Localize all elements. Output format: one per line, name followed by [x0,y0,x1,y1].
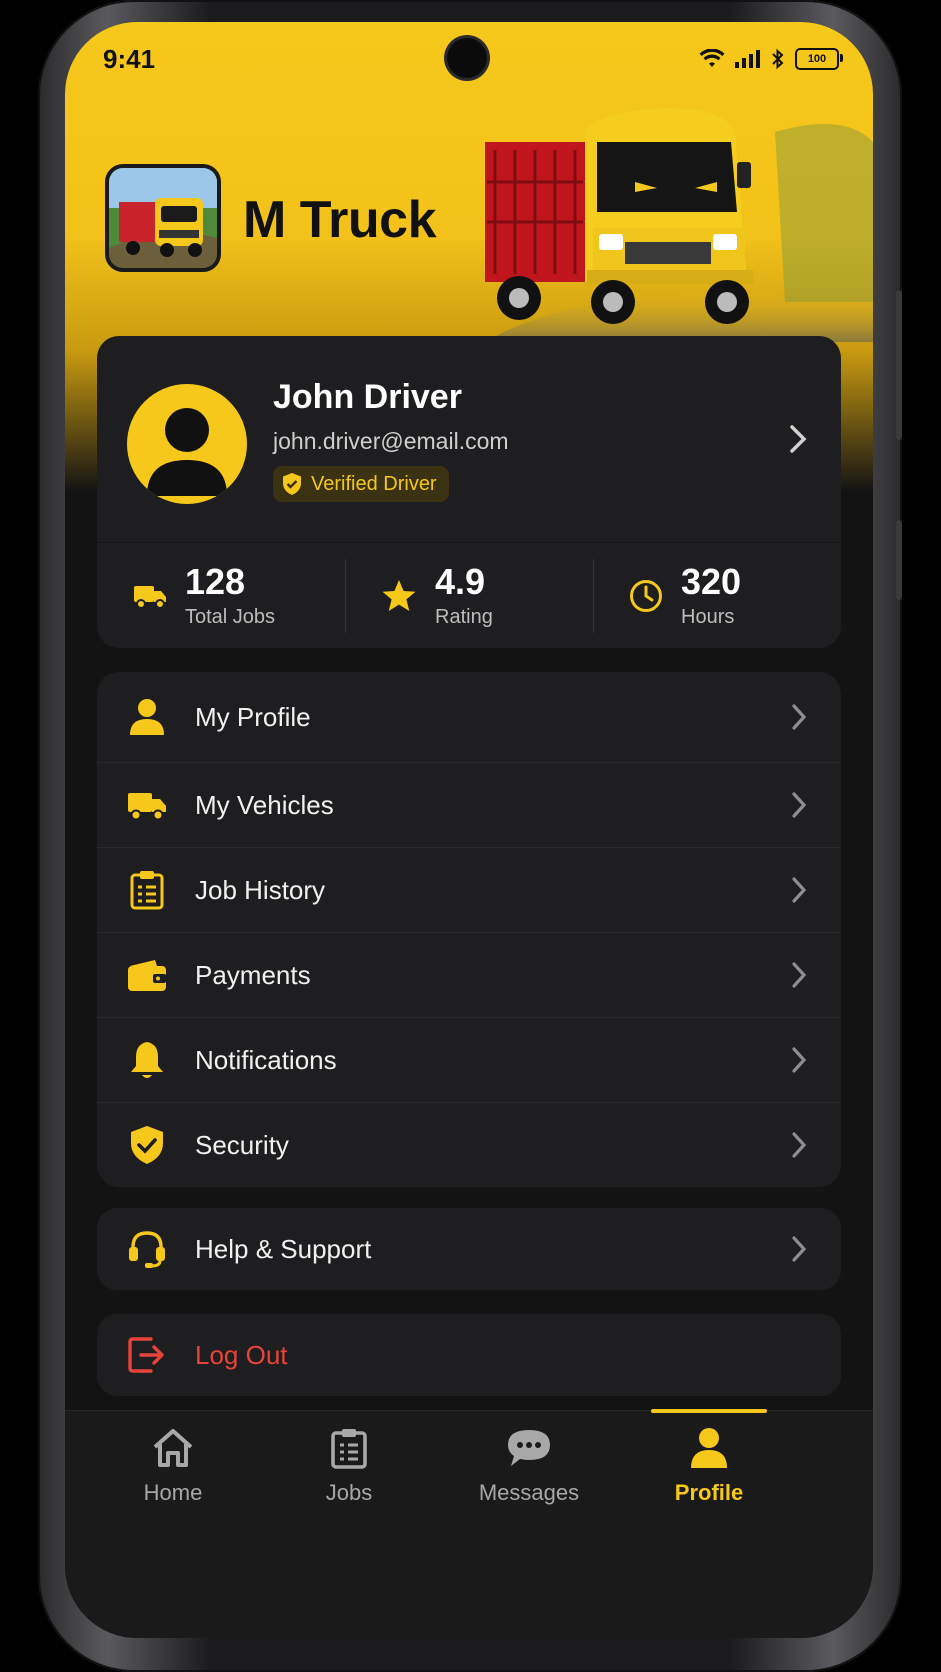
logout-icon [127,1335,167,1375]
power-button [896,520,902,600]
profile-name: John Driver [273,378,462,416]
menu-item-notifications[interactable]: Notifications [97,1018,841,1103]
chat-icon [508,1430,550,1466]
avatar [127,384,247,504]
stat-label: Hours [681,605,735,628]
help-support-card: Help & Support [97,1208,841,1290]
bluetooth-icon [772,49,784,69]
battery-icon: 100 [795,48,843,70]
menu-item-job-history[interactable]: Job History [97,848,841,933]
star-icon [382,580,416,611]
profile-email: john.driver@email.com [273,428,509,454]
logout-label: Log Out [195,1339,288,1370]
chevron-right-icon [790,425,807,453]
menu-item-label: My Profile [195,701,311,732]
menu-item-label: Notifications [195,1044,337,1075]
nav-profile[interactable]: Profile [619,1427,799,1527]
status-bar: 9:41 100 [65,38,873,80]
nav-jobs[interactable]: Jobs [259,1427,439,1527]
status-icons: 100 [699,48,843,70]
chevron-right-icon [792,704,807,730]
bell-icon [127,1040,167,1080]
stat-value: 128 [185,560,246,602]
home-icon [153,1429,193,1467]
menu-item-payments[interactable]: Payments [97,933,841,1018]
volume-button [896,290,902,440]
app-screen: 9:41 100 M Truck John Driver john.driver… [65,22,873,1638]
clock-icon [630,580,662,612]
bottom-navigation: Home Jobs Messages Profile [65,1409,873,1638]
menu-item-my-profile[interactable]: My Profile [97,672,841,763]
user-icon [691,1428,727,1468]
truck-icon [134,586,166,609]
nav-label: Profile [674,1480,744,1505]
shield-check-icon [127,1125,167,1165]
stat-hours: 320 Hours [593,543,841,649]
clipboard-icon [331,1429,367,1469]
verified-badge-label: Verified Driver [311,472,437,495]
chevron-right-icon [792,1236,807,1262]
stat-label: Total Jobs [185,605,276,628]
menu-item-label: Payments [195,959,311,990]
headset-icon [127,1229,167,1269]
logout-card: Log Out [97,1314,841,1396]
chevron-right-icon [792,792,807,818]
app-logo [105,164,221,272]
nav-label: Home [143,1480,203,1505]
signal-icon [735,50,760,68]
chevron-right-icon [792,1132,807,1158]
stat-value: 320 [681,560,742,602]
menu-item-label: My Vehicles [195,789,334,820]
stat-value: 4.9 [435,560,486,602]
battery-level: 100 [807,53,827,65]
chevron-right-icon [792,962,807,988]
nav-label: Jobs [325,1480,373,1505]
verified-badge: Verified Driver [273,466,449,502]
stat-total-jobs: 128 Total Jobs [97,543,345,649]
user-icon [127,697,167,737]
stat-label: Rating [435,605,493,628]
menu-item-security[interactable]: Security [97,1103,841,1187]
app-title: M Truck [243,191,437,249]
menu-item-label: Security [195,1129,289,1160]
truck-icon [127,785,167,825]
nav-home[interactable]: Home [83,1427,263,1527]
nav-messages[interactable]: Messages [439,1427,619,1527]
logout-button[interactable]: Log Out [97,1314,841,1396]
active-tab-indicator [651,1409,767,1413]
status-time: 9:41 [103,44,156,74]
user-avatar-icon [147,408,227,496]
profile-card[interactable]: John Driver john.driver@email.com Verifi… [97,336,841,648]
settings-menu: My Profile My Vehicles Job History Payme… [97,672,841,1187]
chevron-right-icon [792,1047,807,1073]
menu-item-label: Job History [195,874,326,905]
truck-hero-image [485,108,873,342]
menu-item-my-vehicles[interactable]: My Vehicles [97,763,841,848]
nav-label: Messages [478,1480,580,1505]
front-camera [447,38,487,78]
chevron-right-icon [792,877,807,903]
shield-check-icon [283,473,301,495]
wallet-icon [127,955,167,995]
stats-row: 128 Total Jobs 4.9 Rating 320 Hours [97,542,841,649]
stat-rating: 4.9 Rating [345,543,593,649]
wifi-icon [699,49,725,67]
clipboard-icon [127,870,167,910]
menu-item-help-support[interactable]: Help & Support [97,1208,841,1290]
menu-item-label: Help & Support [195,1233,372,1264]
